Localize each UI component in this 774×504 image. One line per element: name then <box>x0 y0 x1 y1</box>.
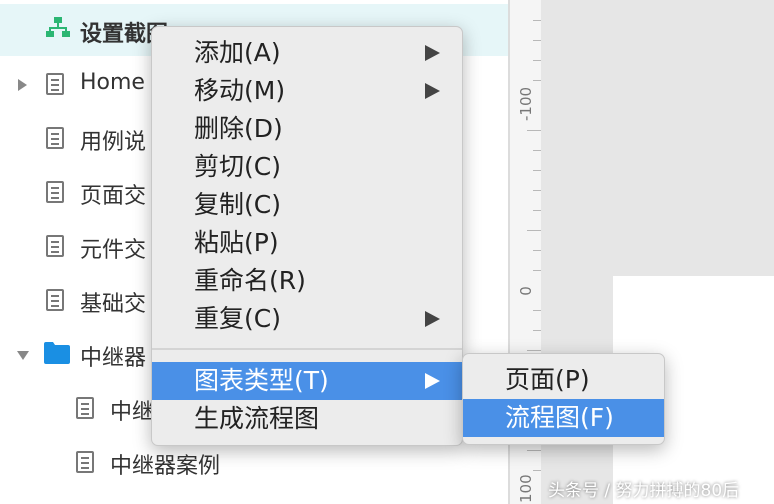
submenu-arrow-icon <box>425 373 440 389</box>
menu-item-diagram-type[interactable]: 图表类型(T) <box>152 362 462 400</box>
menu-item-label: 页面(P) <box>505 365 590 394</box>
folder-icon <box>44 342 70 364</box>
tree-item-label: 元件交 <box>80 238 147 263</box>
collapse-caret-icon[interactable] <box>17 351 29 360</box>
menu-item-add[interactable]: 添加(A) <box>152 34 462 72</box>
menu-item-label: 生成流程图 <box>194 404 320 433</box>
menu-item-paste[interactable]: 粘贴(P) <box>152 224 462 262</box>
menu-item-rename[interactable]: 重命名(R) <box>152 262 462 300</box>
submenu-item-flowchart[interactable]: 流程图(F) <box>463 399 664 437</box>
ruler-label: 0 <box>517 286 535 296</box>
menu-item-copy[interactable]: 复制(C) <box>152 186 462 224</box>
page-icon <box>76 451 94 473</box>
menu-item-label: 粘贴(P) <box>194 228 279 257</box>
watermark: 头条号 / 努力拼搏的80后 <box>548 481 740 501</box>
tree-item-label: 基础交 <box>80 292 147 317</box>
menu-item-generate-flowchart[interactable]: 生成流程图 <box>152 400 462 438</box>
tree-item-label: Home <box>80 70 145 95</box>
menu-item-label: 添加(A) <box>194 38 281 67</box>
tree-item-label: 页面交 <box>80 184 147 209</box>
menu-item-label: 重命名(R) <box>194 266 306 295</box>
page-icon <box>76 397 94 419</box>
page-icon <box>46 235 64 257</box>
context-menu: 添加(A) 移动(M) 删除(D) 剪切(C) 复制(C) 粘贴(P) 重命名(… <box>151 26 463 446</box>
menu-item-label: 流程图(F) <box>505 403 614 432</box>
tree-item-label: 中继器 <box>80 346 147 371</box>
expand-caret-icon[interactable] <box>18 79 27 91</box>
menu-item-label: 重复(C) <box>194 304 281 333</box>
submenu-item-page[interactable]: 页面(P) <box>463 361 664 399</box>
page-icon <box>46 73 64 95</box>
page-icon <box>46 181 64 203</box>
ruler-label: 100 <box>517 474 535 503</box>
menu-item-label: 移动(M) <box>194 76 286 105</box>
menu-separator <box>152 348 462 350</box>
menu-item-label: 删除(D) <box>194 114 283 143</box>
diagram-type-submenu: 页面(P) 流程图(F) <box>462 353 665 445</box>
menu-item-delete[interactable]: 删除(D) <box>152 110 462 148</box>
tree-item-label: 用例说 <box>80 130 147 155</box>
menu-item-duplicate[interactable]: 重复(C) <box>152 300 462 338</box>
flowchart-icon <box>46 17 70 37</box>
menu-item-label: 复制(C) <box>194 190 281 219</box>
menu-item-label: 剪切(C) <box>194 152 281 181</box>
menu-item-move[interactable]: 移动(M) <box>152 72 462 110</box>
submenu-arrow-icon <box>425 311 440 327</box>
menu-item-cut[interactable]: 剪切(C) <box>152 148 462 186</box>
tree-item-label: 中继器案例 <box>110 454 221 479</box>
page-icon <box>46 127 64 149</box>
submenu-arrow-icon <box>425 45 440 61</box>
menu-item-label: 图表类型(T) <box>194 366 329 395</box>
tree-item-label: 中继 <box>110 400 155 425</box>
submenu-arrow-icon <box>425 83 440 99</box>
ruler-label: -100 <box>517 86 535 121</box>
page-icon <box>46 289 64 311</box>
canvas-offpage-area <box>541 0 774 276</box>
